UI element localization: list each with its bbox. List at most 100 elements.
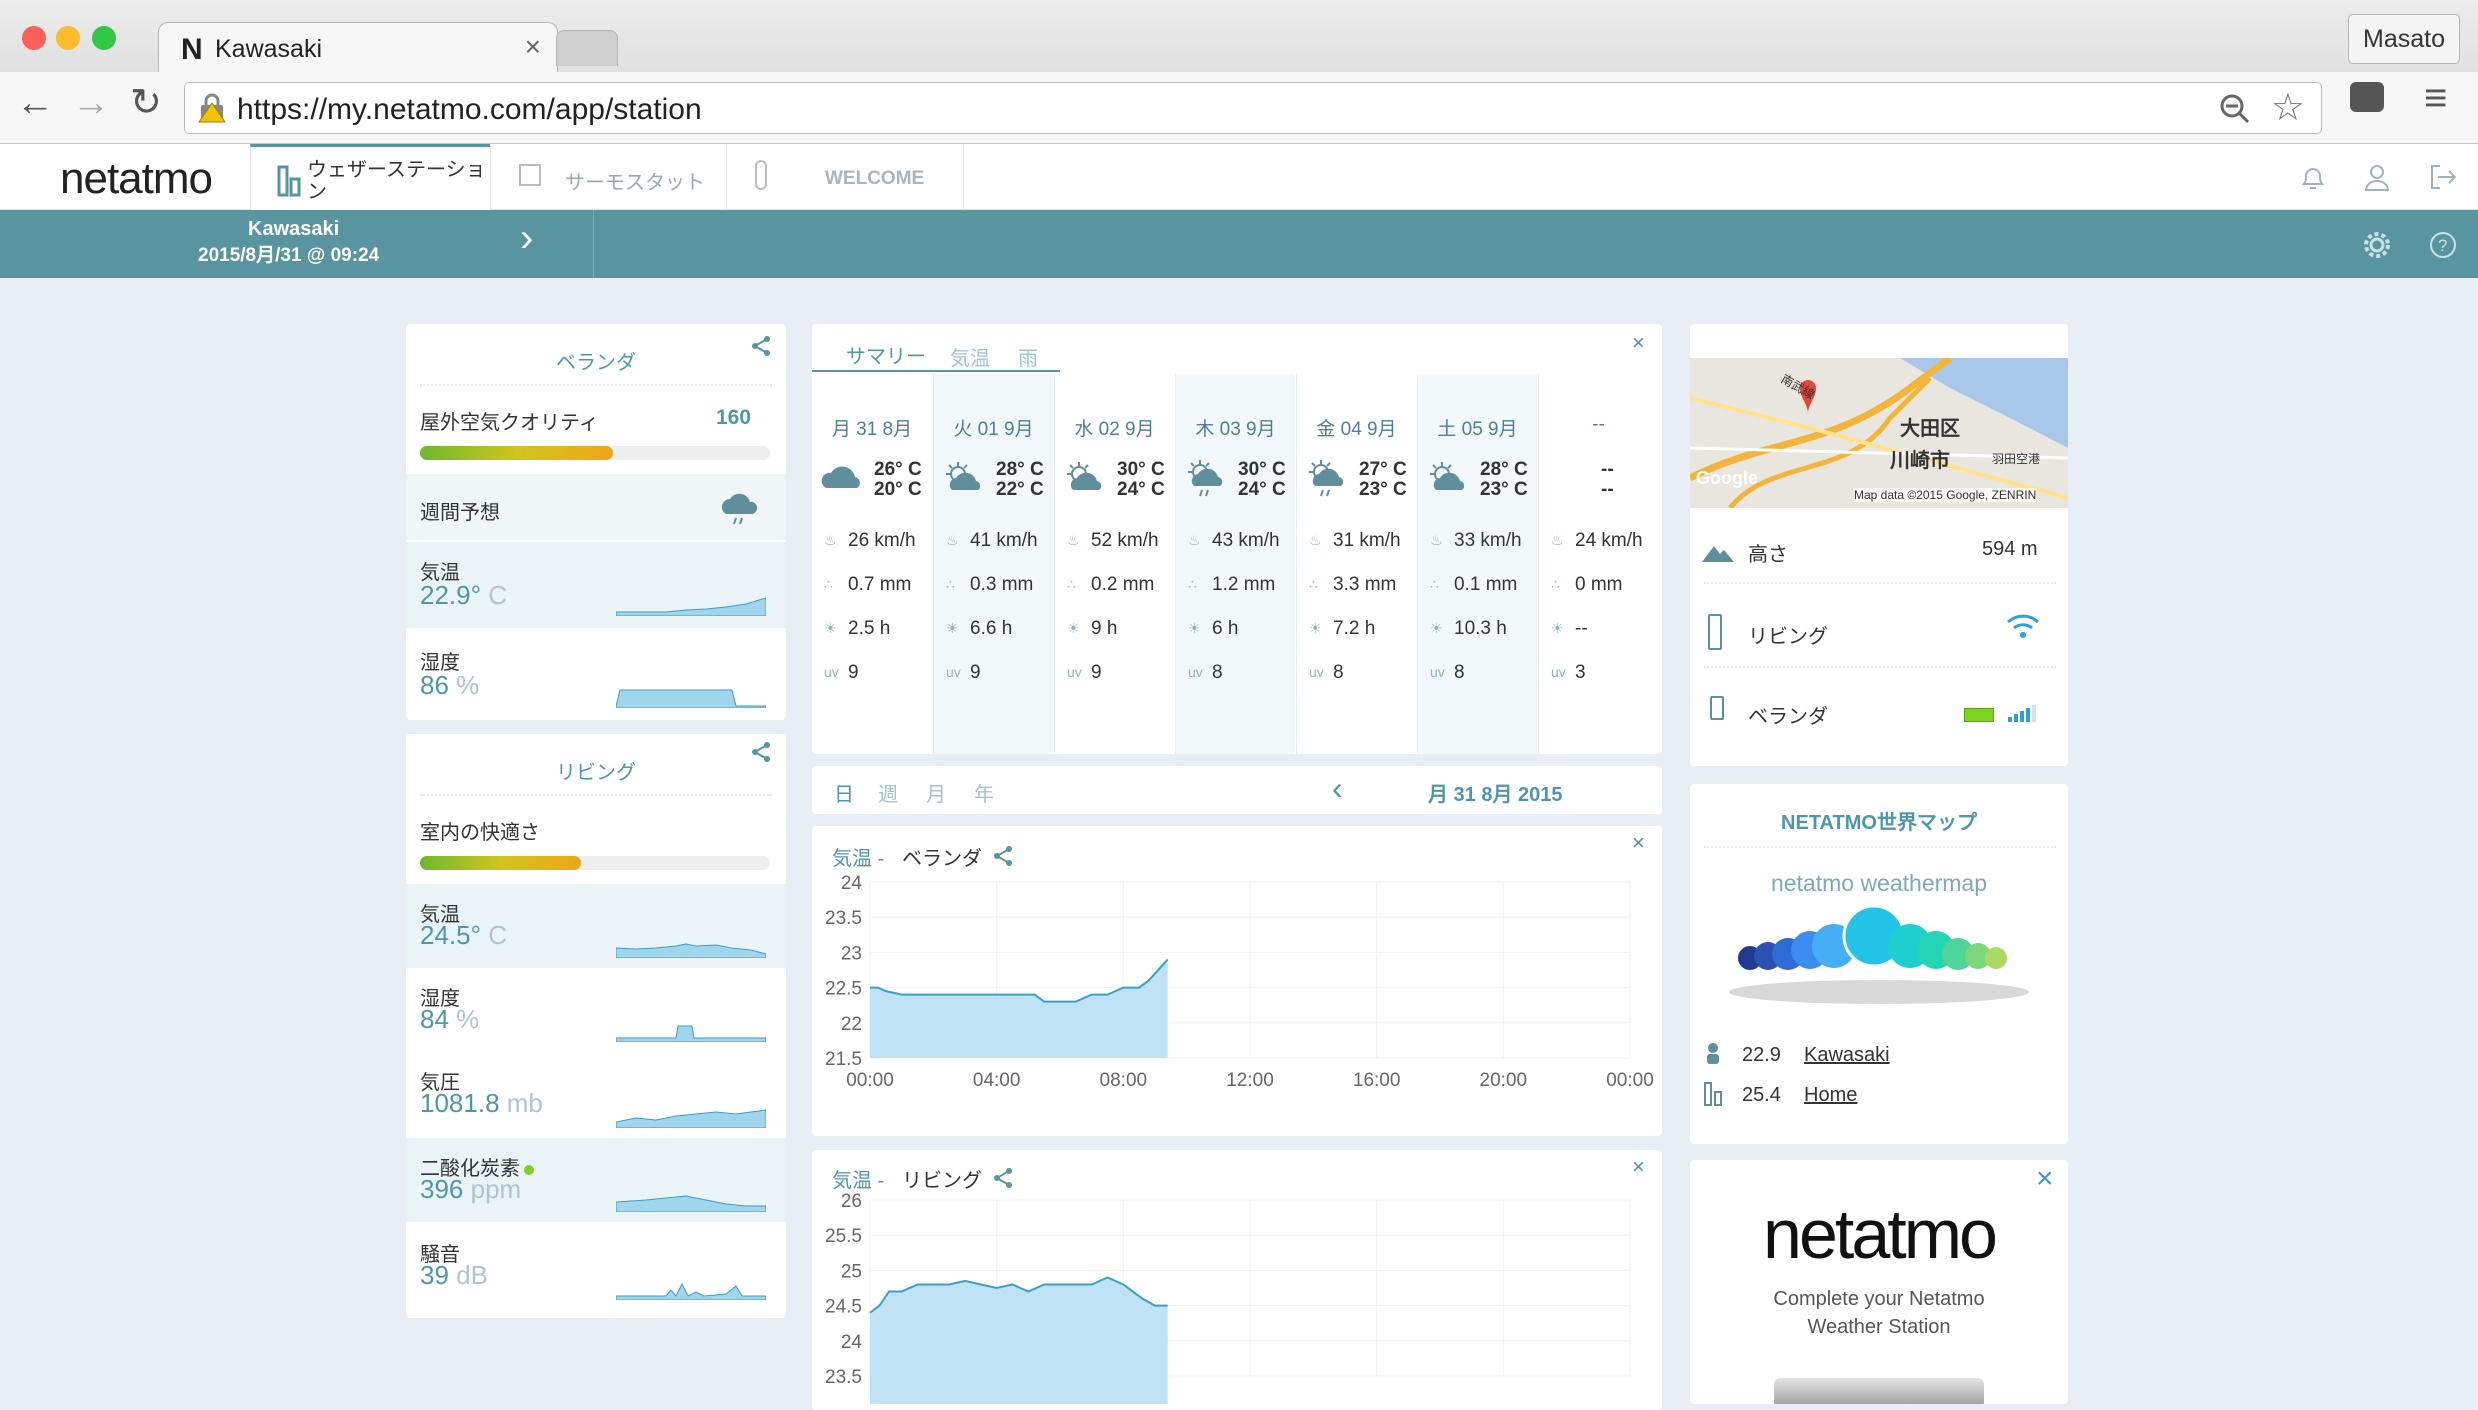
forecast-day-column[interactable]: -- -- -- 24 km/h 0 mm -- 3 ♨ ∴ ☀ uv — [1538, 374, 1658, 754]
location-map[interactable]: 大田区 川崎市 南武線 羽田空港 Google Map data ©2015 G… — [1690, 358, 2068, 508]
indoor-temp-chart[interactable]: 26 25.5 25 24.5 24 23.5 — [812, 1190, 1662, 1404]
tab-temperature[interactable]: 気温 — [950, 342, 990, 371]
period-week[interactable]: 週 — [878, 778, 898, 807]
close-icon[interactable]: × — [1632, 330, 1645, 356]
lock-warning-icon — [198, 93, 226, 123]
weathermap-graphic[interactable] — [1714, 900, 2044, 1010]
browser-tab[interactable]: N Kawasaki × — [158, 22, 558, 72]
zoom-icon[interactable] — [2219, 93, 2251, 125]
forecast-day-column[interactable]: 土 05 9月 28° C 23° C 33 km/h 0.1 mm 10.3 h 8 ♨ ∴… — [1417, 374, 1537, 754]
reload-icon[interactable]: ↻ — [130, 80, 162, 125]
forecast-high: 30° C — [1117, 459, 1165, 480]
share-icon[interactable] — [992, 1166, 1016, 1190]
indoor-pressure-row[interactable]: 気圧 1081.8 mb — [406, 1054, 786, 1136]
netatmo-favicon: N — [181, 33, 203, 66]
forecast-low: 23° C — [1359, 479, 1407, 500]
weathermap-station-link[interactable]: Home — [1804, 1084, 1857, 1107]
menu-icon[interactable]: ≡ — [2424, 76, 2447, 121]
indoor-humidity-row[interactable]: 湿度 84 % — [406, 970, 786, 1052]
tab-welcome[interactable]: WELCOME — [726, 144, 964, 210]
outdoor-temperature-row[interactable]: 気温 22.9° C — [406, 542, 786, 628]
outdoor-temp-chart[interactable]: 2423.52322.52221.500:00 04:00 08:00 12:00 16… — [812, 870, 1662, 1136]
indoor-module-card: リビング 室内の快適さ 気温 24.5° C 湿度 84 % 気圧 1081.8… — [406, 734, 786, 1318]
station-datetime: 2015/8月/31 @ 09:24 — [198, 245, 380, 266]
forecast-rain: 3.3 mm — [1333, 574, 1397, 595]
forecast-uv: 3 — [1575, 662, 1586, 683]
tab-thermostat[interactable]: サーモスタット — [490, 144, 726, 210]
pocket-icon[interactable] — [2350, 82, 2384, 112]
user-icon[interactable] — [2362, 162, 2392, 192]
temp-unit: C — [488, 920, 508, 950]
netatmo-logo[interactable]: netatmo — [60, 154, 213, 204]
indoor-co2-row[interactable]: 二酸化炭素 396 ppm — [406, 1138, 786, 1222]
uv-icon: uv — [1430, 664, 1445, 680]
altitude-label: 高さ — [1748, 544, 1788, 566]
url-text[interactable]: https://my.netatmo.com/app/station — [237, 93, 702, 127]
forecast-day-column[interactable]: 木 03 9月 30° C 24° C 43 km/h 1.2 mm 6 h 8 ♨ ∴ ☀ uv — [1175, 374, 1295, 754]
humidity-value: 86 % — [420, 670, 479, 701]
forecast-day-column[interactable]: 月 31 8月 26° C 20° C 26 km/h 0.7 mm 2.5 h 9 ♨ ∴ ☀… — [812, 374, 932, 754]
forecast-temps: 27° C 23° C — [1359, 460, 1407, 500]
y-tick-label: 21.5 — [825, 1049, 862, 1070]
logout-icon[interactable] — [2428, 162, 2458, 192]
temp-number: 22.9° — [420, 580, 482, 610]
air-quality-bar — [420, 446, 770, 460]
tab-title: Kawasaki — [215, 35, 322, 63]
period-month[interactable]: 月 — [926, 778, 946, 807]
minimize-window-button[interactable] — [56, 26, 80, 50]
humidity-unit: % — [456, 670, 480, 700]
share-icon[interactable] — [750, 740, 774, 764]
tab-summary[interactable]: サマリー — [846, 340, 926, 369]
chevron-right-icon[interactable]: › — [520, 216, 533, 261]
tab-close-icon[interactable]: × — [525, 31, 541, 63]
weathermap-title: NETATMO世界マップ — [1781, 812, 1977, 834]
indoor-temperature-row[interactable]: 気温 24.5° C — [406, 884, 786, 968]
chevron-left-icon[interactable]: ‹ — [1332, 770, 1343, 807]
close-icon[interactable]: × — [2036, 1162, 2054, 1196]
zoom-window-button[interactable] — [92, 26, 116, 50]
rain-icon: ∴ — [1309, 576, 1318, 592]
weathermap-logo[interactable]: netatmo weathermap — [1690, 870, 2068, 897]
noise-unit: dB — [456, 1260, 488, 1290]
period-date: 月 31 8月 2015 — [1428, 784, 1563, 806]
map-label: 羽田空港 — [1992, 452, 2041, 466]
sun-cloud-icon — [1430, 462, 1465, 490]
sun-icon: ☀ — [946, 620, 959, 636]
share-icon[interactable] — [992, 844, 1016, 868]
gear-icon[interactable] — [2362, 230, 2392, 260]
help-icon[interactable]: ? — [2428, 230, 2458, 260]
map-label: 大田区 — [1900, 418, 1960, 440]
tab-rain[interactable]: 雨 — [1018, 342, 1038, 371]
forecast-day: -- — [1592, 414, 1605, 435]
address-bar[interactable]: https://my.netatmo.com/app/station ☆ — [184, 82, 2322, 134]
sun-rain-icon — [1309, 460, 1344, 497]
forecast-day: 月 31 8月 — [831, 419, 913, 440]
indoor-noise-row[interactable]: 騒音 39 dB — [406, 1224, 786, 1308]
close-window-button[interactable] — [22, 26, 46, 50]
share-icon[interactable] — [750, 334, 774, 358]
outdoor-humidity-row[interactable]: 湿度 86 % — [406, 630, 786, 716]
module-title: ベランダ — [556, 352, 636, 374]
back-icon[interactable]: ← — [16, 82, 54, 125]
forecast-day-column[interactable]: 水 02 9月 30° C 24° C 52 km/h 0.2 mm 9 h 9 ♨ ∴ ☀ uv — [1054, 374, 1174, 754]
forecast-day-column[interactable]: 火 01 9月 28° C 22° C 41 km/h 0.3 mm 6.6 h 9 ♨ ∴ ☀… — [933, 374, 1053, 754]
period-year[interactable]: 年 — [974, 778, 994, 807]
bell-icon[interactable] — [2298, 162, 2328, 192]
close-icon[interactable]: × — [1632, 1154, 1645, 1180]
forecast-row[interactable]: 週間予想 — [406, 474, 786, 540]
new-tab-button[interactable] — [556, 30, 618, 66]
comfort-bar — [420, 856, 770, 870]
forecast-uv: 9 — [848, 662, 859, 683]
ad-logo[interactable]: netatmo — [1690, 1194, 2068, 1274]
close-icon[interactable]: × — [1632, 830, 1645, 856]
forward-icon[interactable]: → — [72, 82, 110, 125]
forecast-day-column[interactable]: 金 04 9月 27° C 23° C 31 km/h 3.3 mm 7.2 h 8 ♨ ∴ ☀… — [1296, 374, 1416, 754]
y-tick-label: 23 — [841, 943, 862, 964]
profile-button[interactable]: Masato — [2348, 14, 2460, 64]
tab-weather-station[interactable]: ウェザーステーション — [250, 144, 490, 210]
forecast-sun: -- — [1575, 618, 1588, 639]
bookmark-star-icon[interactable]: ☆ — [2271, 85, 2305, 130]
period-day[interactable]: 日 — [834, 778, 854, 807]
station-name: Kawasaki — [248, 218, 340, 240]
weathermap-station-link[interactable]: Kawasaki — [1804, 1044, 1890, 1067]
